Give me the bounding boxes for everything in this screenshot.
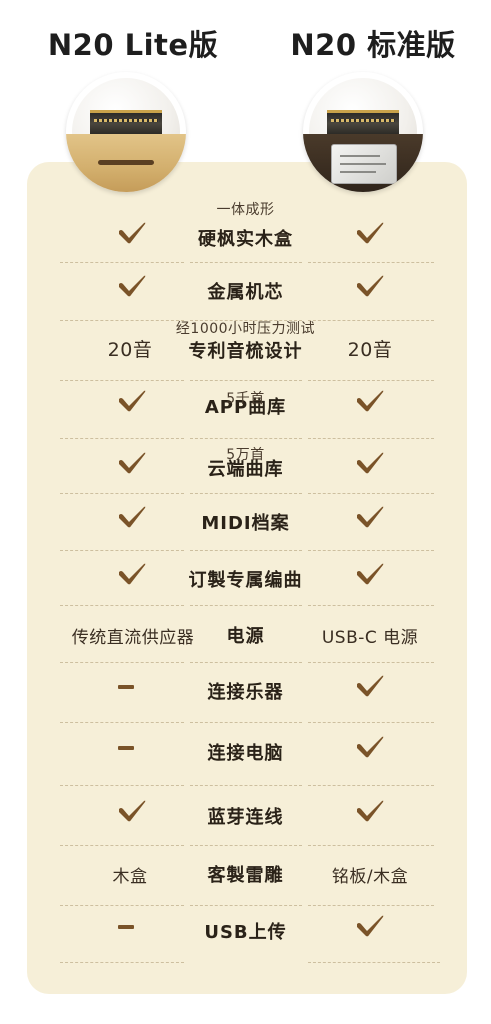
row-divider bbox=[190, 722, 302, 723]
row-divider bbox=[308, 722, 434, 723]
standard-check-icon bbox=[357, 563, 384, 585]
row-divider bbox=[60, 438, 184, 439]
row-divider bbox=[308, 380, 434, 381]
row-divider bbox=[190, 438, 302, 439]
standard-check-icon bbox=[357, 275, 384, 297]
row-divider bbox=[190, 320, 302, 321]
feature-label: USB上传 bbox=[204, 922, 287, 943]
feature-sublabel: 5万首 bbox=[226, 447, 265, 463]
row-divider bbox=[308, 905, 434, 906]
row-divider bbox=[60, 722, 184, 723]
row-divider bbox=[308, 550, 434, 551]
row-divider bbox=[190, 262, 302, 263]
row-divider bbox=[190, 845, 302, 846]
row-divider bbox=[60, 262, 184, 263]
standard-check-icon bbox=[357, 800, 384, 822]
row-divider bbox=[308, 662, 434, 663]
standard-check-icon bbox=[357, 222, 384, 244]
feature-sublabel: 一体成形 bbox=[216, 202, 275, 218]
standard-check-icon bbox=[357, 736, 384, 758]
row-divider bbox=[60, 962, 184, 963]
lite-value: 20音 bbox=[107, 339, 153, 361]
row-divider bbox=[60, 785, 184, 786]
standard-check-icon bbox=[357, 390, 384, 412]
row-divider bbox=[308, 262, 434, 263]
standard-check-icon bbox=[357, 506, 384, 528]
standard-product-image bbox=[303, 72, 423, 192]
row-divider bbox=[190, 905, 302, 906]
lite-value: 传统直流供应器 bbox=[71, 628, 195, 648]
feature-label: 连接乐器 bbox=[207, 682, 284, 703]
lite-check-icon bbox=[119, 222, 146, 244]
row-divider bbox=[308, 962, 440, 963]
lite-check-icon bbox=[119, 452, 146, 474]
lite-column-title: N20 Lite版 bbox=[47, 28, 219, 62]
lite-dash-icon bbox=[118, 925, 134, 929]
lite-check-icon bbox=[119, 563, 146, 585]
standard-check-icon bbox=[357, 915, 384, 937]
row-divider bbox=[60, 550, 184, 551]
lite-check-icon bbox=[119, 506, 146, 528]
standard-value: 20音 bbox=[347, 339, 393, 361]
feature-label: 硬枫实木盒 bbox=[198, 229, 293, 250]
row-divider bbox=[308, 320, 434, 321]
lite-check-icon bbox=[119, 800, 146, 822]
row-divider bbox=[190, 662, 302, 663]
standard-check-icon bbox=[357, 452, 384, 474]
row-divider bbox=[60, 380, 184, 381]
row-divider bbox=[60, 320, 184, 321]
standard-value: USB-C 电源 bbox=[321, 628, 419, 648]
row-divider bbox=[190, 380, 302, 381]
row-divider bbox=[308, 438, 434, 439]
lite-check-icon bbox=[119, 275, 146, 297]
row-divider bbox=[308, 605, 434, 606]
feature-label: 蓝芽连线 bbox=[207, 807, 284, 828]
row-divider bbox=[308, 845, 434, 846]
feature-label: MIDI档案 bbox=[201, 513, 290, 534]
row-divider bbox=[190, 550, 302, 551]
row-divider bbox=[308, 785, 434, 786]
row-divider bbox=[60, 493, 184, 494]
row-divider bbox=[190, 493, 302, 494]
row-divider bbox=[60, 605, 184, 606]
feature-sublabel: 5千首 bbox=[226, 391, 265, 407]
row-divider bbox=[308, 493, 434, 494]
row-divider bbox=[60, 662, 184, 663]
lite-value: 木盒 bbox=[112, 867, 148, 887]
lite-product-image bbox=[66, 72, 186, 192]
standard-value: 铭板/木盒 bbox=[331, 867, 409, 887]
feature-label: 订製专属编曲 bbox=[188, 570, 303, 591]
row-divider bbox=[190, 785, 302, 786]
row-divider bbox=[190, 605, 302, 606]
standard-check-icon bbox=[357, 675, 384, 697]
feature-label: 金属机芯 bbox=[207, 282, 284, 303]
lite-check-icon bbox=[119, 390, 146, 412]
lite-dash-icon bbox=[118, 685, 134, 689]
feature-label: 连接电脑 bbox=[207, 743, 284, 764]
lite-dash-icon bbox=[118, 746, 134, 750]
row-divider bbox=[60, 905, 184, 906]
standard-column-title: N20 标准版 bbox=[290, 28, 456, 62]
row-divider bbox=[60, 845, 184, 846]
